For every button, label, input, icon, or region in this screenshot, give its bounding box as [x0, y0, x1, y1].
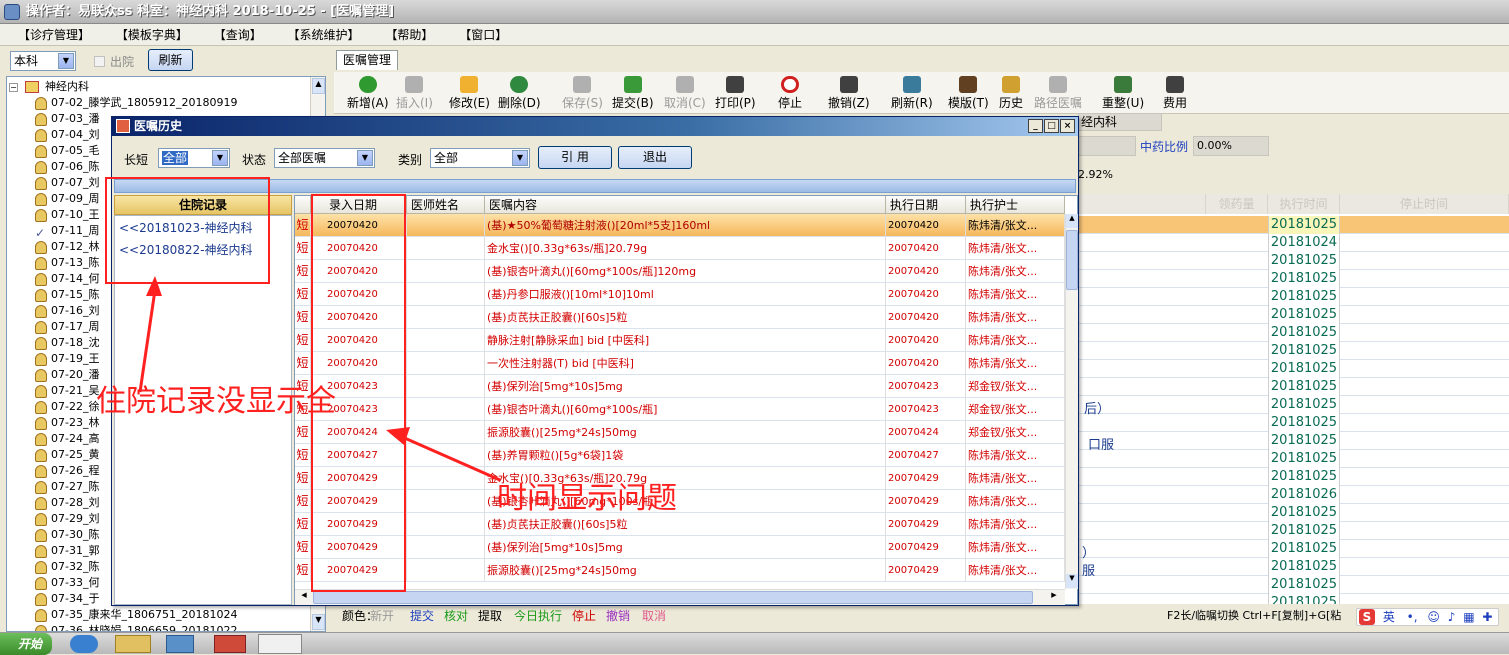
arrow-head-time: [386, 427, 410, 445]
arrow-line-time: [399, 434, 501, 482]
annotation-arrows: [138, 276, 501, 482]
arrow-head-records: [146, 276, 162, 296]
arrow-line-records: [138, 289, 157, 393]
time-annotation-text: 时间显示问题: [497, 481, 677, 516]
records-annotation-text: 住院记录没显示全: [96, 384, 336, 419]
